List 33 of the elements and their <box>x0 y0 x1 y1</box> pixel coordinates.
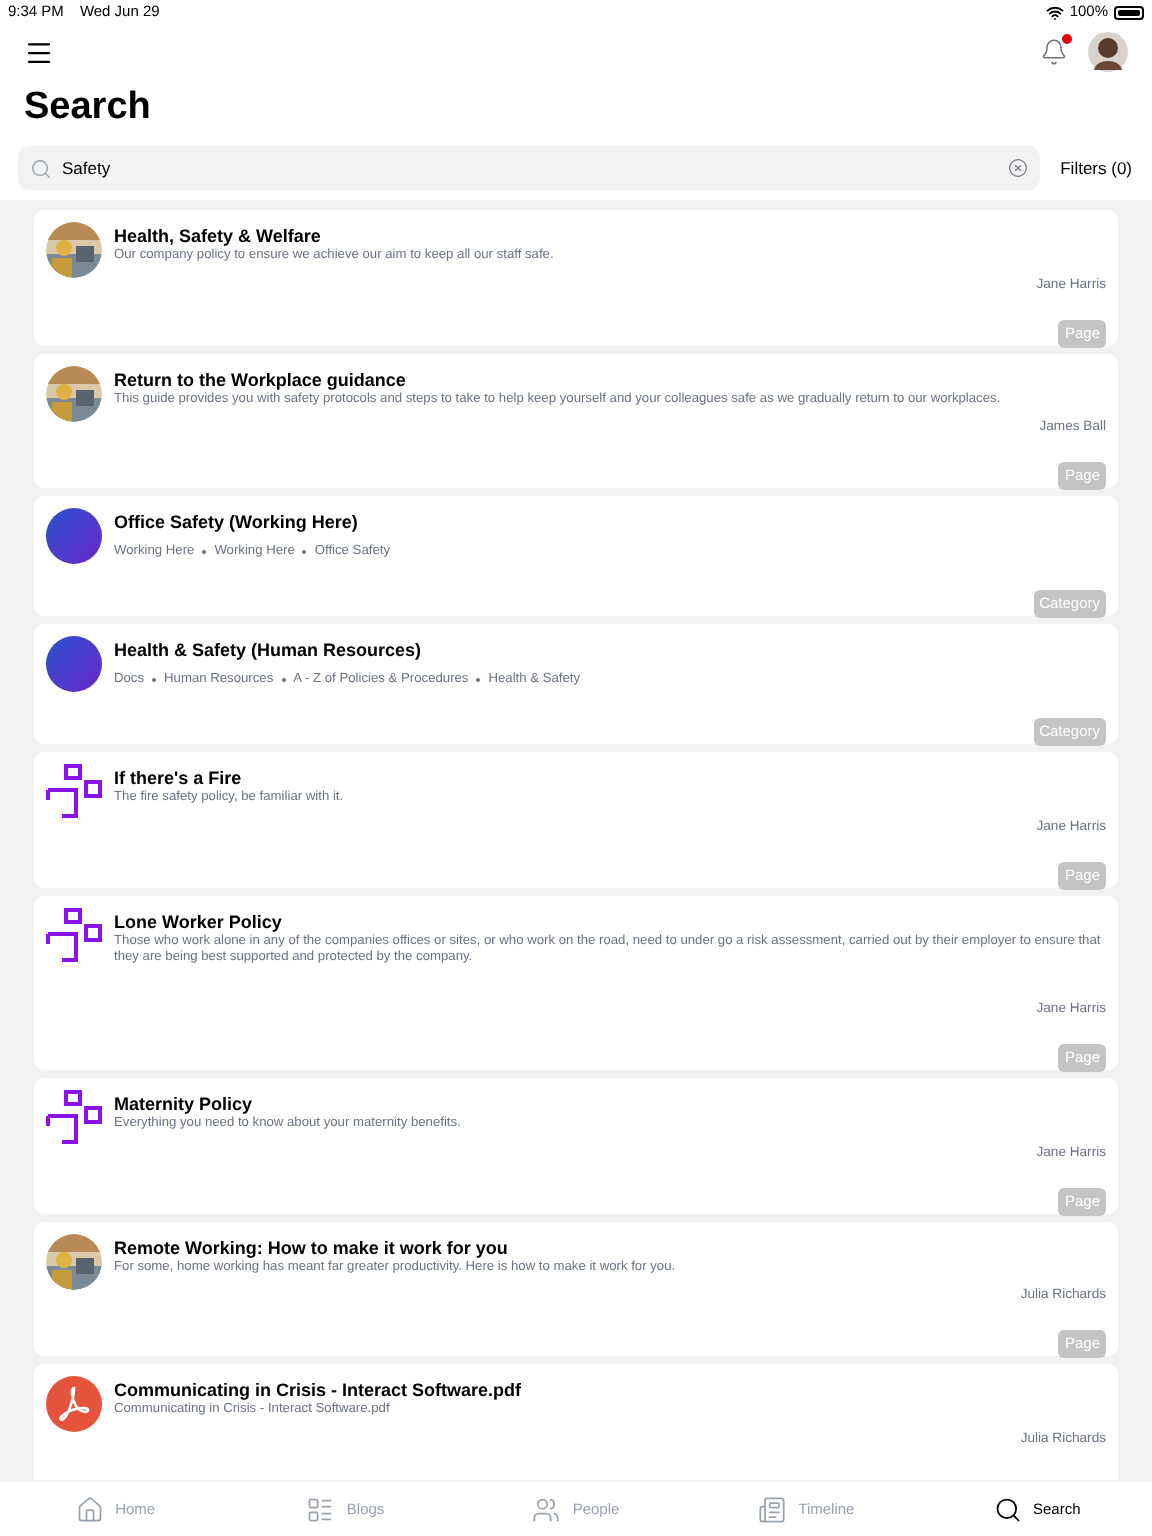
search-icon <box>993 1495 1021 1523</box>
logo-icon <box>46 907 102 964</box>
result-title: Return to the Workplace guidance <box>114 367 408 392</box>
list-icon <box>306 1495 335 1523</box>
filters-button[interactable]: Filters (0) <box>1060 155 1134 181</box>
result-title: Maternity Policy <box>114 1092 255 1116</box>
result-title: Lone Worker Policy <box>114 909 284 934</box>
page-title: Search <box>22 84 153 132</box>
result-title: Health, Safety & Welfare <box>114 224 323 248</box>
logo-icon <box>46 764 102 821</box>
result-title: If there's a Fire <box>114 766 244 790</box>
result-title: Communicating in Crisis - Interact Software.pdf <box>114 1378 524 1402</box>
result-title: Health & Safety (Human Resources) <box>114 638 424 663</box>
pdf-icon <box>46 1376 102 1433</box>
notifications-button[interactable] <box>1040 38 1068 66</box>
logo-icon <box>46 1090 102 1147</box>
search-field[interactable]: Safety <box>62 155 999 181</box>
newspaper-icon <box>758 1495 787 1523</box>
clear-icon[interactable] <box>1008 158 1029 178</box>
search-bar[interactable]: Safety <box>18 146 1041 190</box>
result-card[interactable] <box>34 895 1118 1071</box>
search-icon <box>30 157 52 179</box>
people-icon <box>532 1495 561 1523</box>
home-icon <box>75 1495 104 1523</box>
category-icon <box>46 508 102 565</box>
menu-button[interactable] <box>24 37 54 67</box>
battery-icon <box>1114 5 1144 19</box>
result-title: Remote Working: How to make it work for you <box>114 1235 510 1260</box>
result-title: Office Safety (Working Here) <box>114 510 360 535</box>
category-icon <box>46 636 102 693</box>
avatar[interactable] <box>1088 32 1128 72</box>
wifi-icon <box>1045 3 1064 21</box>
result-card[interactable] <box>34 353 1118 489</box>
